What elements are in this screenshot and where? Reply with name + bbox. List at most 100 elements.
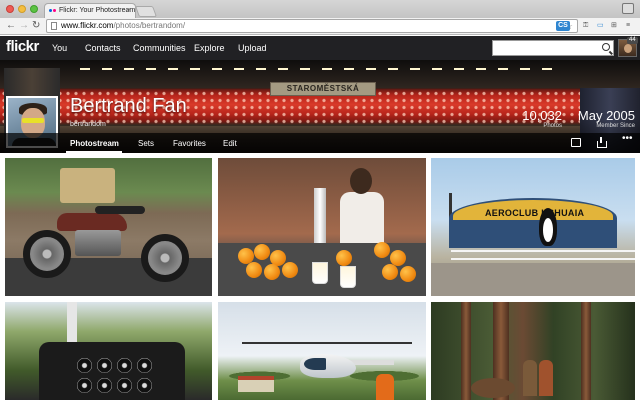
tab-sets[interactable]: Sets (138, 139, 154, 148)
golf-cart (60, 168, 115, 203)
gauge-icon (77, 378, 92, 393)
person-orange-shirt (376, 374, 394, 400)
house (238, 376, 274, 392)
tree-trunk (461, 302, 471, 400)
address-bar[interactable]: www.flickr.com/photos/bertrandom/ ☆ (46, 19, 578, 33)
flickr-favicon-icon (49, 8, 56, 15)
juicer (314, 188, 326, 243)
window-close-button[interactable] (6, 5, 14, 13)
photos-count: 10,032 (522, 108, 562, 123)
white-fence (451, 250, 635, 260)
orange (264, 264, 280, 280)
gravel-road (431, 263, 635, 296)
member-since-date: May 2005 (577, 108, 635, 123)
window-minimize-button[interactable] (18, 5, 26, 13)
window-maximize-button[interactable] (30, 5, 38, 13)
extension-key-icon[interactable]: ⚿ (583, 21, 593, 31)
url-host: www.flickr.com (61, 21, 114, 30)
gauge-icon (137, 378, 152, 393)
photo-aeroclub-hangar[interactable]: AEROCLUB USHUAIA (431, 158, 635, 296)
slideshow-icon[interactable] (571, 138, 581, 147)
flickr-logo[interactable]: flickr (6, 38, 39, 55)
photos-label: Photos (543, 123, 562, 129)
orange (336, 250, 352, 266)
gauge-icon (137, 358, 152, 373)
browser-menu-icon[interactable]: ≡ (626, 21, 636, 31)
url-path: /photos/bertrandom/ (113, 21, 186, 30)
juice-cup (340, 266, 356, 288)
helicopter-window (304, 358, 326, 370)
extension-screen-icon[interactable]: ▭ (597, 21, 607, 31)
browser-tab-active[interactable]: Flickr: Your Photostream × (44, 3, 136, 18)
orange (382, 264, 398, 280)
member-since-label: Member Since (596, 123, 635, 129)
vendor-head (350, 168, 372, 194)
motorcycle-front-wheel (23, 230, 71, 278)
nav-communities[interactable]: Communities (133, 43, 186, 53)
photo-helicopter-landing[interactable] (218, 302, 426, 400)
motorcycle-engine (75, 230, 121, 256)
profile-subnav: Photostream Sets Favorites Edit ••• (0, 133, 640, 153)
tab-edit[interactable]: Edit (223, 139, 237, 148)
photo-forest-hikers[interactable] (431, 302, 635, 400)
tab-favorites[interactable]: Favorites (173, 139, 206, 148)
extension-cs-icon[interactable]: CS (556, 21, 570, 31)
fullscreen-icon[interactable] (622, 3, 634, 14)
hiker (523, 360, 537, 396)
nav-explore[interactable]: Explore (194, 43, 225, 53)
share-icon[interactable] (597, 137, 607, 148)
orange (400, 266, 416, 282)
gauge-icon (117, 378, 132, 393)
nav-you[interactable]: You (52, 43, 67, 53)
member-since-stat: May 2005 Member Since (578, 108, 635, 129)
nav-contacts[interactable]: Contacts (85, 43, 121, 53)
helicopter-tail (350, 360, 394, 365)
photos-count-stat: 10,032 Photos (522, 108, 562, 129)
hiker (539, 360, 553, 396)
instrument-panel (39, 342, 185, 400)
orange (246, 262, 262, 278)
profile-name: Bertrand Fan (70, 95, 187, 117)
motorcycle-tank (57, 213, 127, 231)
back-arrow-icon[interactable]: ← (6, 20, 16, 32)
fallen-log (471, 378, 515, 398)
photo-orange-juice[interactable] (218, 158, 426, 296)
flickr-top-nav: flickr You Contacts Communities Explore … (0, 36, 640, 60)
extension-grid-icon[interactable]: ⊞ (611, 21, 621, 31)
browser-tab-bar: Flickr: Your Photostream × (0, 0, 640, 18)
page-icon (51, 22, 57, 30)
helicopter-rotor (242, 342, 412, 344)
orange (374, 242, 390, 258)
new-tab-button[interactable] (134, 6, 158, 17)
nav-upload[interactable]: Upload (238, 43, 267, 53)
photo-helicopter-cockpit[interactable] (5, 302, 212, 400)
forward-arrow-icon[interactable]: → (19, 20, 29, 32)
notification-badge[interactable]: 44 (627, 37, 638, 44)
search-input[interactable] (492, 40, 614, 56)
vendor-body (340, 192, 384, 248)
motorcycle-seat (95, 206, 145, 214)
profile-username: bertrandom (70, 121, 106, 128)
tree-trunk (581, 302, 591, 400)
active-tab-indicator (66, 151, 122, 153)
more-options-icon[interactable]: ••• (622, 134, 636, 145)
motorcycle-rear-wheel (141, 234, 189, 282)
photo-motorcycle[interactable] (5, 158, 212, 296)
cockpit-frame (67, 302, 77, 344)
gauge-icon (97, 378, 112, 393)
tab-close-icon[interactable]: × (127, 4, 131, 18)
orange (282, 262, 298, 278)
orange (254, 244, 270, 260)
tab-photostream[interactable]: Photostream (70, 139, 119, 148)
cover-lights (80, 68, 560, 70)
avatar-sunglasses (22, 118, 44, 123)
gauge-icon (97, 358, 112, 373)
penguin-mural (539, 208, 557, 246)
juice-cup (312, 262, 328, 284)
gauge-icon (77, 358, 92, 373)
reload-icon[interactable]: ↻ (32, 20, 40, 32)
browser-toolbar: ← → ↻ www.flickr.com/photos/bertrandom/ … (0, 18, 640, 35)
tab-title: Flickr: Your Photostream (59, 7, 136, 14)
search-icon[interactable] (602, 43, 610, 51)
vendor-woman (336, 168, 386, 248)
